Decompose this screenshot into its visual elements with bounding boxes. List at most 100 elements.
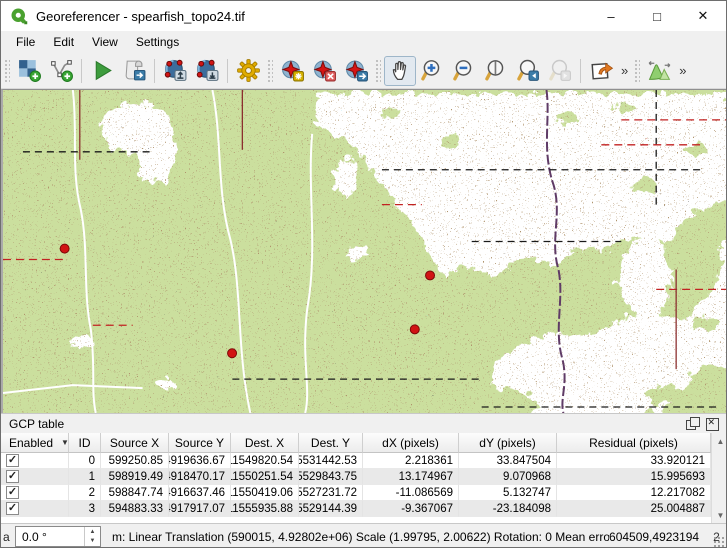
zoom-last-icon: [516, 58, 541, 83]
dock-float-icon[interactable]: [686, 417, 699, 430]
start-georeferencing-button[interactable]: [86, 56, 118, 86]
cell-id: 1: [69, 469, 101, 485]
enabled-checkbox[interactable]: ✓: [6, 486, 19, 499]
gcp-dock-title: GCP table: [9, 417, 64, 431]
toolbar-drag-handle[interactable]: [634, 59, 640, 83]
menu-view[interactable]: View: [83, 32, 127, 52]
scroll-up-icon[interactable]: ▲: [712, 433, 727, 449]
cell-dx: 2.218361: [363, 453, 459, 469]
resize-grip[interactable]: [713, 536, 725, 548]
cell-residual: 25.004887: [557, 501, 711, 517]
gcp-marker[interactable]: [228, 349, 237, 358]
zoom-to-layer-icon: [484, 58, 509, 83]
rotation-label-clipped: a: [3, 530, 12, 544]
column-header-enabled[interactable]: Enabled ▼: [1, 433, 69, 453]
column-header-id[interactable]: ID: [69, 433, 101, 453]
cursor-coordinate: 604509,4923194: [609, 530, 699, 544]
spin-up-icon[interactable]: ▲: [85, 527, 100, 537]
column-header-source-x[interactable]: Source X: [101, 433, 169, 453]
table-row[interactable]: ✓ 2 598847.74 4916637.46 -11550419.06 55…: [1, 485, 711, 501]
gdal-script-icon: [122, 58, 147, 83]
toolbar-drag-handle[interactable]: [375, 59, 381, 83]
cell-dest-x: -11549820.54: [231, 453, 299, 469]
delete-point-button[interactable]: [308, 56, 340, 86]
toolbar-drag-handle[interactable]: [267, 59, 273, 83]
enabled-checkbox[interactable]: ✓: [6, 454, 19, 467]
gcp-dock-titlebar[interactable]: GCP table: [1, 413, 726, 433]
add-point-button[interactable]: [276, 56, 308, 86]
gcp-marker[interactable]: [60, 244, 69, 253]
cell-dy: 5.132747: [459, 485, 557, 501]
histogram-stretch-button[interactable]: [643, 56, 675, 86]
pan-hand-icon: [388, 58, 413, 83]
cell-source-y: 4919636.67: [169, 453, 231, 469]
transformation-settings-button[interactable]: [232, 56, 264, 86]
gcp-marker[interactable]: [426, 271, 435, 280]
column-header-dx[interactable]: dX (pixels): [363, 433, 459, 453]
table-row[interactable]: ✓ 0 599250.85 4919636.67 -11549820.54 55…: [1, 453, 711, 469]
zoom-last-button[interactable]: [512, 56, 544, 86]
cell-source-y: 4918470.17: [169, 469, 231, 485]
column-header-dest-y[interactable]: Dest. Y: [299, 433, 363, 453]
maximize-button[interactable]: □: [634, 1, 680, 31]
move-point-button[interactable]: [340, 56, 372, 86]
column-header-source-y[interactable]: Source Y: [169, 433, 231, 453]
toolbar-overflow-chevron[interactable]: »: [675, 63, 689, 78]
toolbar: » »: [1, 53, 726, 89]
cell-dest-y: 5529144.39: [299, 501, 363, 517]
dock-close-icon[interactable]: [705, 417, 718, 430]
menu-file[interactable]: File: [7, 32, 44, 52]
window-title: Georeferencer - spearfish_topo24.tif: [36, 9, 245, 24]
cell-dest-x: -11550419.06: [231, 485, 299, 501]
scroll-down-icon[interactable]: ▼: [712, 507, 727, 523]
zoom-in-button[interactable]: [416, 56, 448, 86]
cell-source-x: 599250.85: [101, 453, 169, 469]
cell-dy: -23.184098: [459, 501, 557, 517]
load-gcp-points-button[interactable]: [159, 56, 191, 86]
map-canvas[interactable]: [1, 89, 727, 413]
cell-dest-x: -11555935.88: [231, 501, 299, 517]
zoom-out-button[interactable]: [448, 56, 480, 86]
column-header-dy[interactable]: dY (pixels): [459, 433, 557, 453]
toolbar-overflow-chevron[interactable]: »: [617, 63, 631, 78]
open-vector-button[interactable]: [45, 56, 77, 86]
spin-down-icon[interactable]: ▼: [85, 537, 100, 547]
transformation-settings-gear-icon: [236, 58, 261, 83]
sort-indicator-icon[interactable]: ▼: [61, 438, 69, 447]
toolbar-drag-handle[interactable]: [4, 59, 10, 83]
add-point-icon: [280, 58, 305, 83]
rotation-value[interactable]: 0.0 °: [16, 530, 84, 544]
open-vector-icon: [49, 58, 74, 83]
cell-source-x: 598919.49: [101, 469, 169, 485]
transform-status-text: m: Linear Translation (590015, 4.92802e+…: [112, 530, 609, 544]
zoom-out-icon: [452, 58, 477, 83]
save-gcp-points-button[interactable]: [191, 56, 223, 86]
full-extent-button[interactable]: [585, 56, 617, 86]
cell-source-y: 4916637.46: [169, 485, 231, 501]
title-bar[interactable]: Georeferencer - spearfish_topo24.tif – □…: [1, 1, 726, 31]
column-header-residual[interactable]: Residual (pixels): [557, 433, 711, 453]
gdal-script-button[interactable]: [118, 56, 150, 86]
zoom-next-button[interactable]: [544, 56, 576, 86]
table-row[interactable]: ✓ 1 598919.49 4918470.17 -11550251.54 55…: [1, 469, 711, 485]
enabled-checkbox[interactable]: ✓: [6, 470, 19, 483]
enabled-checkbox[interactable]: ✓: [6, 502, 19, 515]
minimize-button[interactable]: –: [588, 1, 634, 31]
table-vertical-scrollbar[interactable]: ▲ ▼: [711, 433, 727, 523]
open-raster-button[interactable]: [13, 56, 45, 86]
column-header-dest-x[interactable]: Dest. X: [231, 433, 299, 453]
table-row[interactable]: ✓ 3 594883.33 4917917.07 -11555935.88 55…: [1, 501, 711, 517]
menu-settings[interactable]: Settings: [127, 32, 188, 52]
rotation-spinbox[interactable]: 0.0 ° ▲ ▼: [15, 526, 101, 547]
zoom-to-layer-button[interactable]: [480, 56, 512, 86]
cell-residual: 12.217082: [557, 485, 711, 501]
cell-id: 2: [69, 485, 101, 501]
load-gcp-points-icon: [163, 58, 188, 83]
full-extent-icon: [589, 58, 614, 83]
close-button[interactable]: ✕: [680, 1, 726, 31]
gcp-marker[interactable]: [410, 325, 419, 334]
cell-residual: 15.995693: [557, 469, 711, 485]
pan-button[interactable]: [384, 56, 416, 86]
menu-edit[interactable]: Edit: [44, 32, 83, 52]
menu-bar: File Edit View Settings: [1, 31, 726, 53]
